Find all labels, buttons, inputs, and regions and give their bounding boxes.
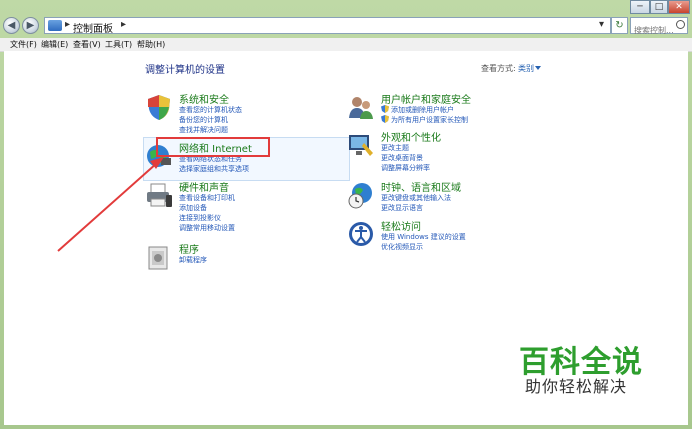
search-input[interactable] xyxy=(631,23,678,38)
search-icon[interactable] xyxy=(676,20,685,29)
breadcrumb-dropdown-icon[interactable]: ▸ xyxy=(121,19,126,30)
breadcrumb-control-panel[interactable]: 控制面板 xyxy=(73,20,113,35)
breadcrumb-separator-icon: ▸ xyxy=(65,19,71,30)
close-button[interactable]: ✕ xyxy=(668,0,690,14)
menu-edit[interactable]: 编辑(E) xyxy=(41,39,68,50)
refresh-icon: ↻ xyxy=(615,20,624,31)
back-button[interactable]: ◀ xyxy=(3,17,20,34)
menu-file[interactable]: 文件(F) xyxy=(10,39,37,50)
minimize-button[interactable]: ─ xyxy=(630,0,650,14)
forward-button[interactable]: ▶ xyxy=(22,17,39,34)
refresh-button[interactable]: ↻ xyxy=(611,17,628,34)
address-bar[interactable]: ▸ 控制面板 ▸ ▾ xyxy=(44,17,611,35)
watermark-slogan: 助你轻松解决 xyxy=(525,377,628,396)
control-panel-window: ─ □ ✕ ◀ ▶ ▸ 控制面板 ▸ ▾ ↻ 文件(F) 编辑(E) 查看(V)… xyxy=(0,0,692,429)
menu-view[interactable]: 查看(V) xyxy=(73,39,101,50)
menu-help[interactable]: 帮助(H) xyxy=(137,39,165,50)
menu-bar: 文件(F) 编辑(E) 查看(V) 工具(T) 帮助(H) xyxy=(0,38,692,52)
search-box[interactable] xyxy=(630,17,688,38)
control-panel-icon xyxy=(48,20,62,31)
address-dropdown-icon[interactable]: ▾ xyxy=(599,19,604,30)
title-bar: ─ □ ✕ ◀ ▶ ▸ 控制面板 ▸ ▾ ↻ xyxy=(0,0,692,38)
maximize-button[interactable]: □ xyxy=(650,0,668,14)
back-arrow-icon: ◀ xyxy=(7,20,16,31)
main-content: 调整计算机的设置 查看方式: 类别 系统和安全 查看您的计算机状态 备份您的计算… xyxy=(4,51,688,425)
menu-tools[interactable]: 工具(T) xyxy=(105,39,132,50)
forward-arrow-icon: ▶ xyxy=(26,20,35,31)
